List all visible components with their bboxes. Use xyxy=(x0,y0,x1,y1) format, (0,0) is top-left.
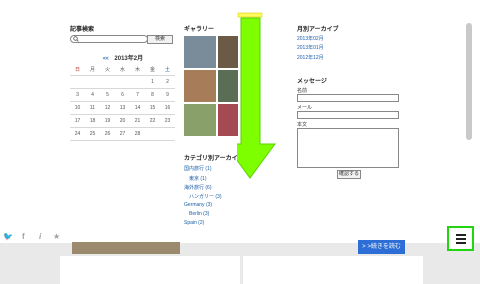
gallery-thumb[interactable] xyxy=(218,104,238,136)
weekday-sun: 日 xyxy=(70,63,85,76)
category-archive-title: カテゴリ別アーカイブ xyxy=(184,156,244,162)
weekday-sat: 土 xyxy=(160,63,175,76)
message-title: メッセージ xyxy=(297,79,327,85)
calendar-header: << 2013年2月 xyxy=(70,53,176,62)
calendar-day-link[interactable]: 26 xyxy=(100,127,115,141)
weekday-thu: 木 xyxy=(130,63,145,76)
calendar-day: 17 xyxy=(70,114,85,128)
calendar-day: 12 xyxy=(100,101,115,115)
gallery-thumb[interactable] xyxy=(218,36,238,68)
gallery-thumb[interactable] xyxy=(218,70,238,102)
star-icon[interactable]: ★ xyxy=(53,232,60,241)
weekday-mon: 月 xyxy=(85,63,100,76)
down-arrow-icon xyxy=(237,12,276,179)
monthly-archive-link[interactable]: 2013年01月 xyxy=(297,44,324,51)
calendar-day: 14 xyxy=(130,101,145,115)
gallery-title: ギャラリー xyxy=(184,27,215,33)
search-button[interactable]: 検索 xyxy=(147,35,173,44)
calendar-day: 16 xyxy=(160,101,175,115)
calendar-day: 24 xyxy=(70,127,85,141)
weekday-wed: 水 xyxy=(115,63,130,76)
calendar-day xyxy=(160,127,175,141)
calendar-day: 21 xyxy=(130,114,145,128)
search-input[interactable] xyxy=(70,35,148,43)
gallery-thumb[interactable] xyxy=(184,70,216,102)
weekday-tue: 火 xyxy=(100,63,115,76)
hamburger-icon xyxy=(456,234,466,236)
article-card-right xyxy=(243,256,423,284)
article-card-left xyxy=(60,256,240,284)
calendar-day xyxy=(85,75,100,89)
calendar-day: 1 xyxy=(145,75,160,89)
calendar-day xyxy=(115,75,130,89)
calendar-day: 11 xyxy=(85,101,100,115)
read-more-button[interactable]: > >続きを読む xyxy=(358,240,405,254)
body-textarea[interactable] xyxy=(297,128,399,168)
category-link[interactable]: ハンガリー (3) xyxy=(189,193,222,200)
calendar-day: 9 xyxy=(160,88,175,102)
calendar-day: 6 xyxy=(115,88,130,102)
calendar-day: 23 xyxy=(160,114,175,128)
body-label: 本文 xyxy=(297,122,308,128)
monthly-archive-title: 月別アーカイブ xyxy=(297,27,339,33)
category-link[interactable]: 海外旅行 (6) xyxy=(184,184,212,191)
search-icon xyxy=(73,36,79,42)
category-link[interactable]: Germany (3) xyxy=(184,202,212,208)
calendar-day: 27 xyxy=(115,127,130,141)
calendar-day: 22 xyxy=(145,114,160,128)
scrollbar[interactable] xyxy=(466,23,472,140)
monthly-archive-link[interactable]: 2013年02月 xyxy=(297,35,324,42)
confirm-button[interactable]: 確認する xyxy=(337,170,361,179)
calendar-day-link[interactable]: 25 xyxy=(85,127,100,141)
gallery-thumb[interactable] xyxy=(184,104,216,136)
category-link[interactable]: Spain (2) xyxy=(184,220,204,226)
calendar-table: 日 月 火 水 木 金 土 1 2 3 4 5 6 7 8 9 10 11 12… xyxy=(70,63,175,141)
calendar-month: 2013年2月 xyxy=(114,56,144,62)
calendar-day: 3 xyxy=(70,88,85,102)
calendar-day xyxy=(145,127,160,141)
article-image-strip xyxy=(72,242,180,254)
info-icon[interactable]: i xyxy=(39,232,41,241)
calendar-day xyxy=(130,75,145,89)
calendar-day: 10 xyxy=(70,101,85,115)
calendar-prev-link[interactable]: << xyxy=(103,56,109,62)
monthly-archive-link[interactable]: 2012年12月 xyxy=(297,54,324,61)
twitter-icon[interactable]: 🐦 xyxy=(3,232,13,241)
name-label: 名前 xyxy=(297,88,308,94)
search-title: 記事検索 xyxy=(70,27,95,33)
category-link[interactable]: Berlin (3) xyxy=(189,211,209,217)
calendar-day: 7 xyxy=(130,88,145,102)
calendar-day xyxy=(70,75,85,89)
mail-field[interactable] xyxy=(297,111,399,119)
calendar-day: 20 xyxy=(115,114,130,128)
calendar-day: 2 xyxy=(160,75,175,89)
calendar-day: 8 xyxy=(145,88,160,102)
hamburger-icon xyxy=(456,238,466,240)
calendar-day: 15 xyxy=(145,101,160,115)
name-field[interactable] xyxy=(297,94,399,102)
mail-label: メール xyxy=(297,105,313,111)
gallery-thumb[interactable] xyxy=(184,36,216,68)
facebook-icon[interactable]: f xyxy=(22,232,25,241)
calendar-day: 13 xyxy=(115,101,130,115)
hamburger-icon xyxy=(456,242,466,244)
calendar-day: 4 xyxy=(85,88,100,102)
calendar-day-link[interactable]: 28 xyxy=(130,127,145,141)
calendar-day: 18 xyxy=(85,114,100,128)
menu-button[interactable] xyxy=(447,226,474,251)
category-link[interactable]: 東京 (1) xyxy=(189,175,207,182)
category-link[interactable]: 国内旅行 (1) xyxy=(184,165,212,172)
calendar-day xyxy=(100,75,115,89)
weekday-fri: 金 xyxy=(145,63,160,76)
calendar-day: 5 xyxy=(100,88,115,102)
calendar-day: 19 xyxy=(100,114,115,128)
